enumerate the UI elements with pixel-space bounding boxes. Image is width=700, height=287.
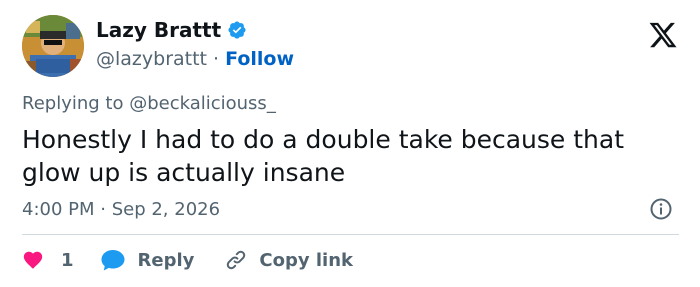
replying-to-mention[interactable]: @beckaliciouss_ bbox=[129, 93, 276, 114]
verified-badge-icon bbox=[228, 21, 246, 39]
tweet-text: Honestly I had to do a double take becau… bbox=[22, 125, 625, 187]
like-count: 1 bbox=[61, 249, 74, 271]
reply-button[interactable]: Reply bbox=[100, 248, 195, 272]
tweet-actions: 1 Reply Copy link bbox=[22, 247, 353, 273]
avatar[interactable] bbox=[22, 15, 84, 77]
like-button[interactable]: 1 bbox=[22, 249, 74, 271]
tweet-time: 4:00 PM bbox=[22, 199, 95, 220]
avatar-illustration bbox=[22, 15, 84, 77]
link-icon bbox=[227, 250, 246, 270]
author-handle-row: @lazybrattt · Follow bbox=[96, 48, 294, 70]
reply-label: Reply bbox=[137, 249, 195, 271]
info-icon[interactable] bbox=[649, 197, 673, 221]
speech-bubble-icon bbox=[101, 250, 125, 271]
heart-icon bbox=[23, 251, 43, 269]
follow-button[interactable]: Follow bbox=[225, 48, 294, 70]
divider bbox=[22, 234, 679, 235]
embedded-tweet-card: Lazy Brattt @lazybrattt · Follow Replyin… bbox=[0, 0, 700, 287]
copy-link-button[interactable]: Copy link bbox=[224, 248, 353, 272]
author-handle[interactable]: @lazybrattt bbox=[96, 48, 207, 70]
author-display-name[interactable]: Lazy Brattt bbox=[96, 18, 221, 42]
handle-separator: · bbox=[207, 48, 226, 70]
copy-link-label: Copy link bbox=[259, 249, 353, 271]
x-logo-icon[interactable] bbox=[648, 20, 678, 50]
author-name-row: Lazy Brattt bbox=[96, 18, 247, 42]
replying-to-prefix: Replying to bbox=[22, 93, 130, 114]
replying-to-line: Replying to @beckaliciouss_ bbox=[22, 93, 276, 114]
tweet-date: Sep 2, 2026 bbox=[111, 199, 221, 220]
tweet-timestamp[interactable]: 4:00 PM · Sep 2, 2026 bbox=[22, 199, 220, 220]
timestamp-separator: · bbox=[94, 199, 112, 220]
